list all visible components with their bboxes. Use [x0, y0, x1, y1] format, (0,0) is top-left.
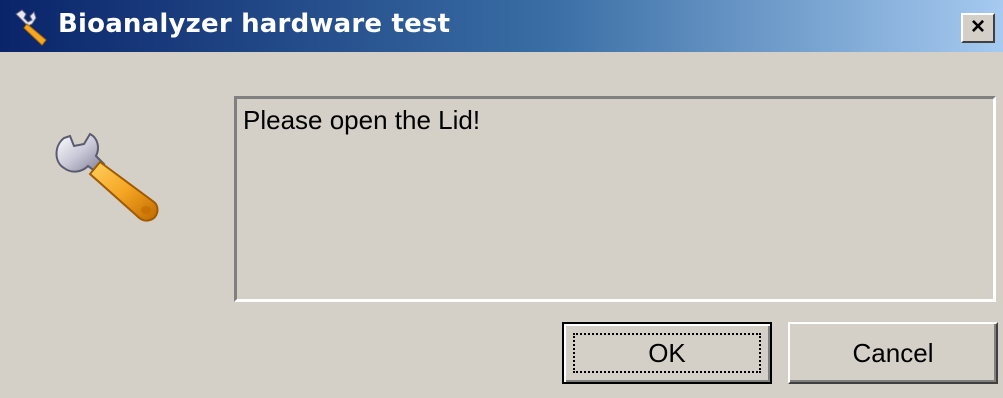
title-bar[interactable]: Bioanalyzer hardware test × — [0, 0, 1003, 52]
message-panel: Please open the Lid! — [234, 96, 996, 302]
wrench-icon — [55, 132, 159, 222]
cancel-button[interactable]: Cancel — [788, 322, 998, 384]
cancel-button-label: Cancel — [852, 338, 934, 368]
dialog-window: Bioanalyzer hardware test × Please open … — [0, 0, 1003, 398]
ok-button-label: OK — [648, 338, 686, 368]
message-text: Please open the Lid! — [243, 105, 481, 135]
close-icon: × — [970, 13, 985, 40]
wrench-icon — [15, 9, 47, 46]
close-button[interactable]: × — [961, 13, 995, 43]
ok-button[interactable]: OK — [562, 322, 772, 384]
window-title: Bioanalyzer hardware test — [58, 9, 451, 39]
